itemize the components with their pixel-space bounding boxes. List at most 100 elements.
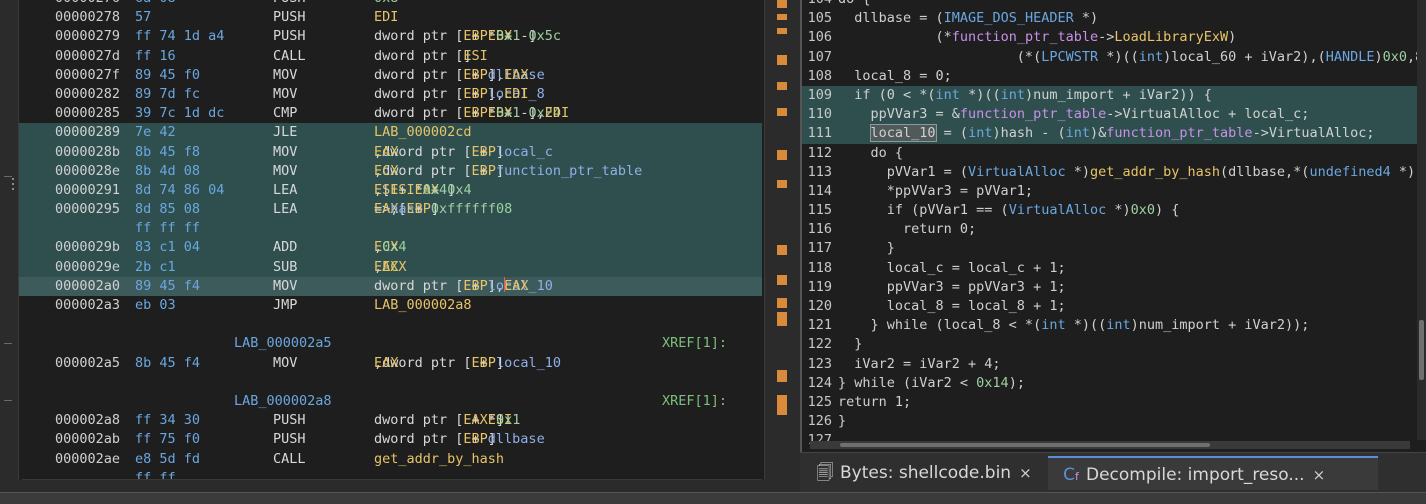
code-text[interactable]: ppVVar3 = ppVVar3 + 1; — [838, 279, 1066, 295]
decompile-line[interactable]: 114 *ppVVar3 = pVVar1; — [802, 182, 1426, 201]
code-text[interactable]: do { — [838, 0, 871, 7]
tab-decompile[interactable]: Cf Decompile: import_reso... × — [1048, 456, 1378, 490]
listing-row[interactable]: LAB_000002a8 XREF[1]: — [19, 392, 762, 411]
address[interactable]: 0000028b — [55, 143, 120, 162]
decompile-line[interactable]: 111 local_10 = (int)hash - (int)&functio… — [802, 124, 1426, 144]
operands[interactable]: dword ptr [EAX + ESI * 0x1] — [374, 411, 520, 430]
label-name[interactable]: LAB_000002a8 — [234, 392, 332, 411]
decompile-line[interactable]: 105 dllbase = (IMAGE_DOS_HEADER *) — [802, 9, 1426, 28]
operands[interactable]: ECX, 0x4 — [374, 238, 407, 257]
listing-row[interactable]: 00000295 8d 85 08 LEA EAX => hash ,[EBP + 0xff… — [19, 200, 762, 220]
xref-link[interactable]: XREF[1]: — [662, 392, 727, 411]
listing-row[interactable]: 0000029b 83 c1 04 ADD ECX, 0x4 — [19, 238, 762, 258]
address[interactable]: 000002ab — [55, 430, 120, 449]
address[interactable]: 00000285 — [55, 104, 120, 123]
xref-link[interactable]: XREF[1]: — [662, 334, 727, 353]
operands[interactable]: dword ptr [EBP + dllbase] — [374, 430, 545, 449]
mnemonic[interactable]: MOV — [273, 85, 297, 104]
listing-rows[interactable]: 000002766a 08PUSH0x80000027857PUSHEDI000… — [19, 0, 762, 480]
close-icon[interactable]: × — [1313, 466, 1326, 484]
decompile-line[interactable]: 110 ppVVar3 = &function_ptr_table->Virtu… — [802, 105, 1426, 125]
decompile-line[interactable]: 113 pVVar1 = (VirtualAlloc *)get_addr_by… — [802, 163, 1426, 182]
address[interactable]: 00000279 — [55, 27, 120, 46]
mnemonic[interactable]: PUSH — [273, 411, 306, 430]
code-text[interactable]: if (0 < *(int *)((int)num_import + iVar2… — [838, 87, 1212, 103]
mnemonic[interactable]: PUSH — [273, 27, 306, 46]
code-text[interactable]: local_c = local_c + 1; — [838, 260, 1066, 276]
listing-row[interactable]: 000002766a 08PUSH0x8 — [19, 0, 762, 8]
decompile-line[interactable]: 124} while (iVar2 < 0x14); — [802, 374, 1426, 393]
listing-hscrollbar[interactable] — [22, 479, 762, 480]
decompile-line[interactable]: 119 ppVVar3 = ppVVar3 + 1; — [802, 278, 1426, 297]
address[interactable]: 00000289 — [55, 123, 120, 142]
address[interactable]: 000002ae — [55, 450, 120, 469]
mnemonic[interactable]: JLE — [273, 123, 297, 142]
listing-row[interactable]: 000002ae e8 5d fd CALL get_addr_by_hash — [19, 450, 762, 469]
overview-strip[interactable] — [764, 0, 795, 480]
code-text[interactable]: local_8 = local_8 + 1; — [838, 298, 1066, 314]
listing-row[interactable]: 00000291 8d 74 86 04 LEA ESI ,[ESI + EAX * 0x4… — [19, 180, 762, 201]
mnemonic[interactable]: PUSH — [273, 430, 306, 449]
mnemonic[interactable]: ADD — [273, 238, 297, 257]
code-text[interactable]: } while (local_8 < *(int *)((int)num_imp… — [838, 317, 1310, 333]
address[interactable]: 00000278 — [55, 8, 120, 27]
decompile-line[interactable]: 112 do { — [802, 144, 1426, 163]
mnemonic[interactable]: MOV — [273, 143, 297, 162]
mnemonic[interactable]: MOV — [273, 277, 297, 296]
decompile-line[interactable]: 106 (*function_ptr_table->LoadLibraryExW… — [802, 28, 1426, 47]
operands[interactable]: dword ptr [EBP + local_10], EAX — [374, 276, 553, 296]
listing-row[interactable]: 0000028e 8b 4d 08 MOV ECX ,dword ptr [EBP + … — [19, 161, 762, 181]
address[interactable]: 00000276 — [55, 0, 120, 8]
decompile-hscrollbar[interactable] — [810, 441, 1410, 449]
listing-row[interactable] — [19, 315, 762, 334]
code-text[interactable]: } — [838, 240, 895, 256]
code-text[interactable]: local_8 = 0; — [838, 68, 952, 84]
address[interactable]: 00000282 — [55, 85, 120, 104]
listing-pane[interactable]: 000002766a 08PUSH0x80000027857PUSHEDI000… — [0, 0, 770, 480]
decompile-vscroll-thumb[interactable] — [1419, 320, 1424, 380]
decompile-line[interactable]: 123 iVar2 = iVar2 + 4; — [802, 355, 1426, 374]
listing-row[interactable] — [19, 373, 762, 392]
address[interactable]: 000002a0 — [55, 277, 120, 296]
listing-row[interactable]: 000002a3 eb 03 JMP LAB_000002a8 — [19, 296, 762, 315]
mnemonic[interactable]: MOV — [273, 162, 297, 181]
listing-row[interactable]: ff ff ff — [19, 219, 762, 239]
code-text[interactable]: pVVar1 = (VirtualAlloc *)get_addr_by_has… — [838, 164, 1415, 180]
decompile-hscroll-thumb[interactable] — [840, 443, 1210, 447]
operands[interactable]: dword ptr [EBP + EBX * 0x1 + -0x5c] — [374, 27, 561, 46]
listing-row[interactable]: LAB_000002a5 XREF[1]: — [19, 334, 762, 353]
operands[interactable]: dword ptr [EBP + EBX * 0x1 + -0x24], EDI — [374, 104, 569, 123]
decompile-line[interactable]: 126} — [802, 412, 1426, 431]
operands[interactable]: EAX, ECX — [374, 258, 407, 277]
decompile-vscrollbar[interactable] — [1417, 0, 1426, 440]
mnemonic[interactable]: PUSH — [273, 8, 306, 27]
listing-row[interactable]: 000002ab ff 75 f0 PUSH dword ptr [EBP + dll… — [19, 430, 762, 449]
code-text[interactable]: (*(LPCWSTR *)((int)local_60 + iVar2),(HA… — [838, 49, 1426, 65]
code-text[interactable]: } — [838, 413, 846, 429]
listing-row[interactable]: 00000282 89 7d fc MOV dword ptr [EBP + loca… — [19, 85, 762, 104]
decompile-line[interactable]: 118 local_c = local_c + 1; — [802, 259, 1426, 278]
listing-row[interactable]: 000002a5 8b 45 f4 MOV EAX ,dword ptr [EBP + … — [19, 354, 762, 373]
decompile-line[interactable]: 117 } — [802, 239, 1426, 258]
mnemonic[interactable]: CALL — [273, 450, 306, 469]
address[interactable]: 000002a8 — [55, 411, 120, 430]
close-icon[interactable]: × — [1019, 464, 1032, 482]
label-name[interactable]: LAB_000002a5 — [234, 334, 332, 353]
mnemonic[interactable]: MOV — [273, 66, 297, 85]
listing-row[interactable]: 00000285 39 7c 1d dc CMP dword ptr [EBP + E… — [19, 104, 762, 123]
code-text[interactable]: local_10 = (int)hash - (int)&function_pt… — [838, 124, 1375, 143]
listing-row[interactable]: 00000289 7e 42 JLE LAB_000002cd — [19, 123, 762, 143]
decompile-line[interactable]: 115 if (pVVar1 == (VirtualAlloc *)0x0) { — [802, 201, 1426, 220]
address[interactable]: 0000027d — [55, 47, 120, 66]
listing-row[interactable]: 000002a8 ff 34 30 PUSH dword ptr [EAX + ESI… — [19, 411, 762, 430]
tab-bytes[interactable]: 🗐 Bytes: shellcode.bin × — [802, 456, 1042, 490]
mnemonic[interactable]: PUSH — [273, 0, 306, 8]
operands[interactable]: ECX ,dword ptr [EBP + function_ptr_table] — [374, 162, 642, 181]
listing-row[interactable]: 000002a0 89 45 f4 MOV dword ptr [EBP + loca… — [19, 276, 762, 296]
decompile-line[interactable]: 104 do { — [802, 0, 1426, 9]
decompile-line[interactable]: 122 } — [802, 335, 1426, 354]
decompile-line[interactable]: 107 (*(LPCWSTR *)((int)local_60 + iVar2)… — [802, 48, 1426, 67]
listing-row[interactable]: 00000279 ff 74 1d a4 PUSH dword ptr [EBP + … — [19, 27, 762, 46]
operands[interactable]: ESI ,[ESI + EAX * 0x4 + 0x4] — [374, 181, 472, 200]
mnemonic[interactable]: LEA — [273, 200, 297, 219]
